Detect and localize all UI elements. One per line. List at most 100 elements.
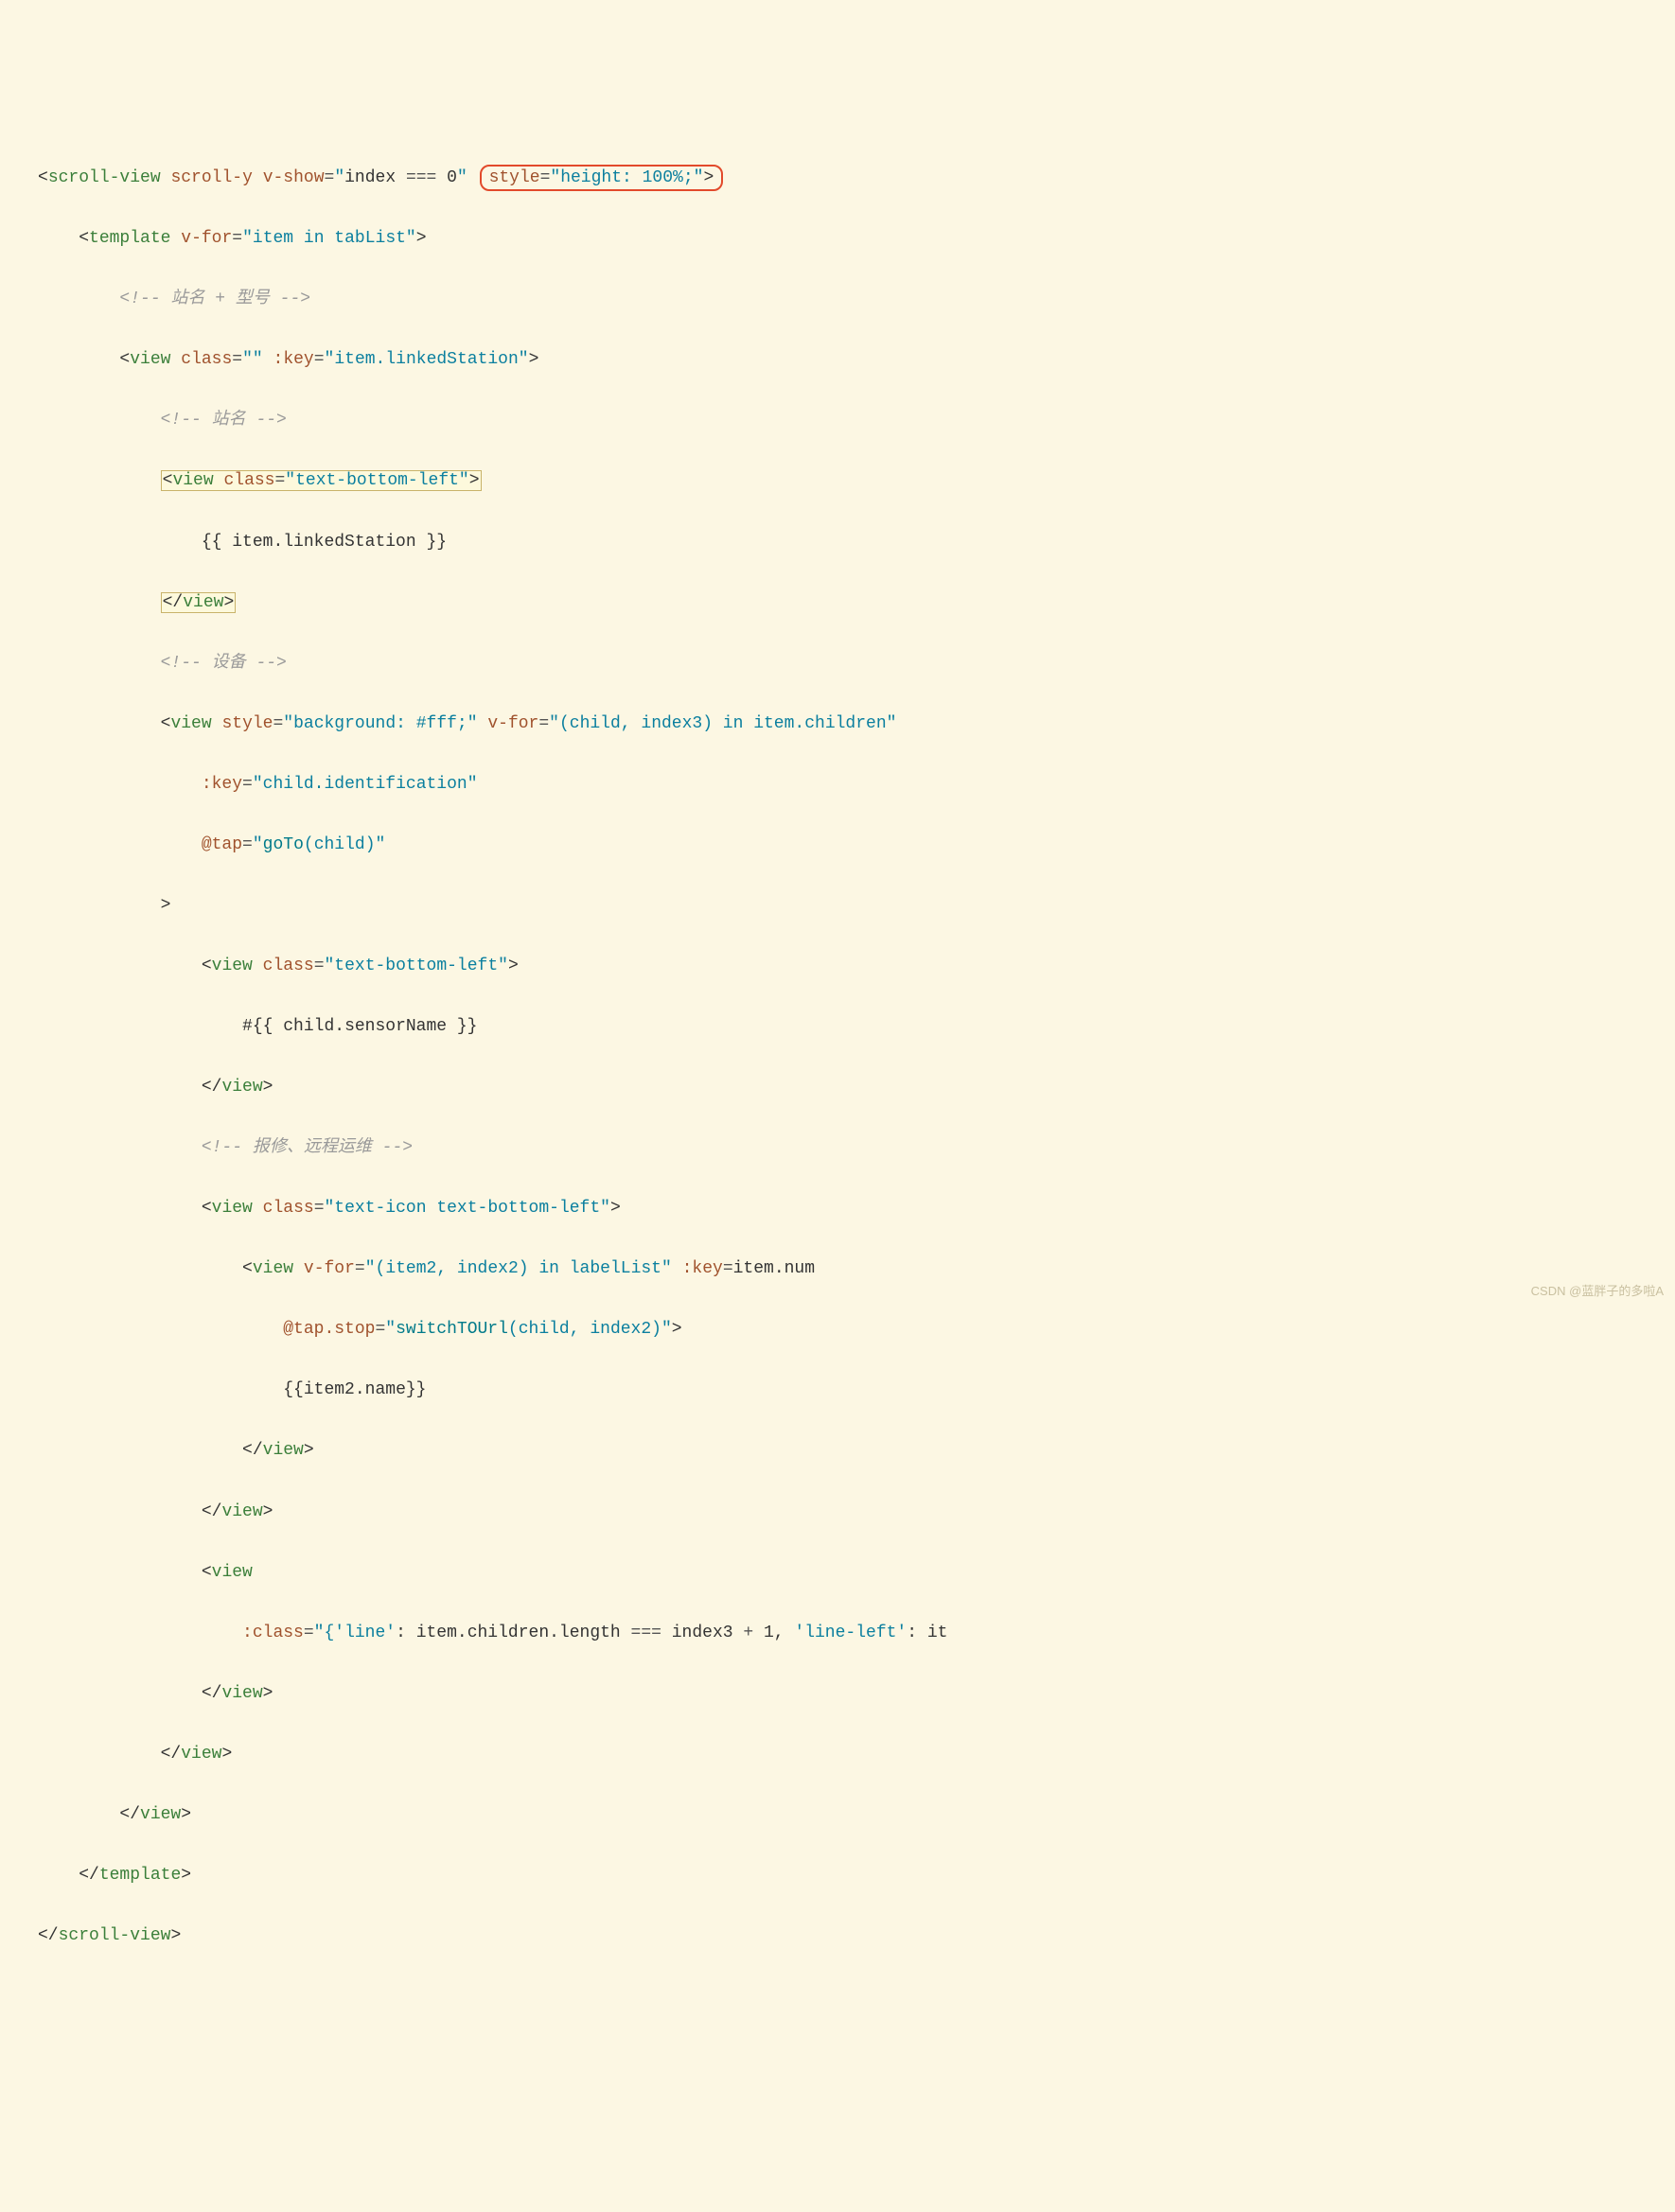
bracket: >	[263, 1684, 273, 1703]
bracket: >	[508, 957, 519, 975]
highlight-range: </view>	[161, 592, 237, 613]
expr: index3	[661, 1624, 743, 1642]
code-line: </template>	[38, 1860, 1656, 1890]
func-name: goTo	[263, 835, 304, 854]
code-line: @tap="goTo(child)"	[38, 830, 1656, 860]
tag-name: view	[253, 1259, 293, 1278]
highlight-range: <view class="text-bottom-left">	[161, 470, 482, 491]
bracket: <	[163, 471, 173, 490]
comment: <!-- 设备 -->	[161, 654, 287, 673]
code-line: <view class="" :key="item.linkedStation"…	[38, 344, 1656, 375]
expr: index	[344, 168, 406, 187]
tag-name: view	[170, 714, 211, 733]
watermark-text: CSDN @蓝胖子的多啦A	[1531, 1280, 1664, 1302]
attr: class	[181, 350, 232, 369]
operator: ===	[406, 168, 436, 187]
mustache: {{item2.name}}	[283, 1380, 426, 1399]
code-line: <view class="text-bottom-left">	[38, 465, 1656, 496]
code-line: </view>	[38, 1799, 1656, 1830]
equals: =	[273, 714, 283, 733]
code-line: #{{ child.sensorName }}	[38, 1011, 1656, 1042]
attr: @tap.stop	[283, 1320, 375, 1339]
bracket: </	[38, 1926, 59, 1945]
tag-name: view	[183, 593, 223, 612]
code-line: <view	[38, 1557, 1656, 1588]
bracket: </	[163, 593, 184, 612]
attr: v-show	[263, 168, 325, 187]
comment: <!-- 站名 + 型号 -->	[119, 290, 310, 308]
bracket: <	[79, 229, 89, 248]
code-line: </view>	[38, 1678, 1656, 1709]
attr-value: "child.identification"	[253, 775, 478, 794]
code-line: >	[38, 890, 1656, 921]
bracket: <	[242, 1259, 253, 1278]
expr: : it	[907, 1624, 947, 1642]
quote: "	[334, 168, 344, 187]
equals: =	[538, 714, 549, 733]
code-line: </scroll-view>	[38, 1921, 1656, 1951]
bracket: >	[672, 1320, 682, 1339]
bracket: >	[416, 229, 427, 248]
bracket: >	[181, 1866, 191, 1885]
attr: v-for	[181, 229, 232, 248]
bracket: </	[202, 1078, 222, 1097]
code-line: </view>	[38, 1739, 1656, 1769]
attr: class	[263, 957, 314, 975]
code-line: </view>	[38, 1072, 1656, 1102]
code-line: </view>	[38, 1497, 1656, 1527]
code-line: </view>	[38, 588, 1656, 618]
tag-name: view	[212, 1563, 253, 1582]
code-line: <view class="text-icon text-bottom-left"…	[38, 1193, 1656, 1223]
tag-name: view	[212, 1199, 253, 1218]
attr-value: "item in tabList"	[242, 229, 416, 248]
attr: :class	[242, 1624, 304, 1642]
equals: =	[242, 775, 253, 794]
comment: <!-- 站名 -->	[161, 411, 287, 430]
bracket: <	[202, 957, 212, 975]
attr-value: (child, index2)"	[508, 1320, 672, 1339]
equals: =	[355, 1259, 365, 1278]
code-line: :key="child.identification"	[38, 769, 1656, 799]
tag-name: view	[140, 1805, 181, 1824]
bracket: >	[161, 896, 171, 915]
func-name: switchTOUrl	[396, 1320, 508, 1339]
code-line: <view class="text-bottom-left">	[38, 951, 1656, 981]
bracket: <	[38, 168, 48, 187]
attr: v-for	[487, 714, 538, 733]
tag-name: view	[130, 350, 170, 369]
attr-value: "(item2, index2) in labelList"	[365, 1259, 672, 1278]
attr-value: "item.linkedStation"	[325, 350, 529, 369]
quote: "	[385, 1320, 396, 1339]
tag-name: template	[89, 229, 170, 248]
bracket: >	[304, 1441, 314, 1460]
bracket: <	[119, 350, 130, 369]
attr: class	[223, 471, 274, 490]
attr: class	[263, 1199, 314, 1218]
equals: =	[540, 168, 551, 187]
expr: 0	[436, 168, 457, 187]
code-line: <!-- 站名 -->	[38, 405, 1656, 435]
equals: =	[232, 229, 242, 248]
attr: :key	[682, 1259, 723, 1278]
attr-value: "text-bottom-left"	[325, 957, 508, 975]
tag-name: view	[181, 1745, 221, 1764]
equals: =	[242, 835, 253, 854]
tag-name: view	[221, 1502, 262, 1521]
bracket: <	[161, 714, 171, 733]
bracket: <	[202, 1563, 212, 1582]
attr: scroll-y	[170, 168, 252, 187]
equals: =	[274, 471, 285, 490]
code-block: <scroll-view scroll-y v-show="index === …	[38, 132, 1656, 1981]
bracket: >	[610, 1199, 621, 1218]
code-line: <view v-for="(item2, index2) in labelLis…	[38, 1254, 1656, 1284]
equals: =	[304, 1624, 314, 1642]
code-line: <!-- 报修、远程运维 -->	[38, 1132, 1656, 1163]
equals: =	[375, 1320, 385, 1339]
attr-value: (child)"	[304, 835, 385, 854]
equals: =	[314, 1199, 325, 1218]
bracket: </	[202, 1502, 222, 1521]
mustache: #{{ child.sensorName }}	[242, 1017, 477, 1036]
bracket: >	[170, 1926, 181, 1945]
code-line: {{ item.linkedStation }}	[38, 527, 1656, 557]
bracket: </	[119, 1805, 140, 1824]
